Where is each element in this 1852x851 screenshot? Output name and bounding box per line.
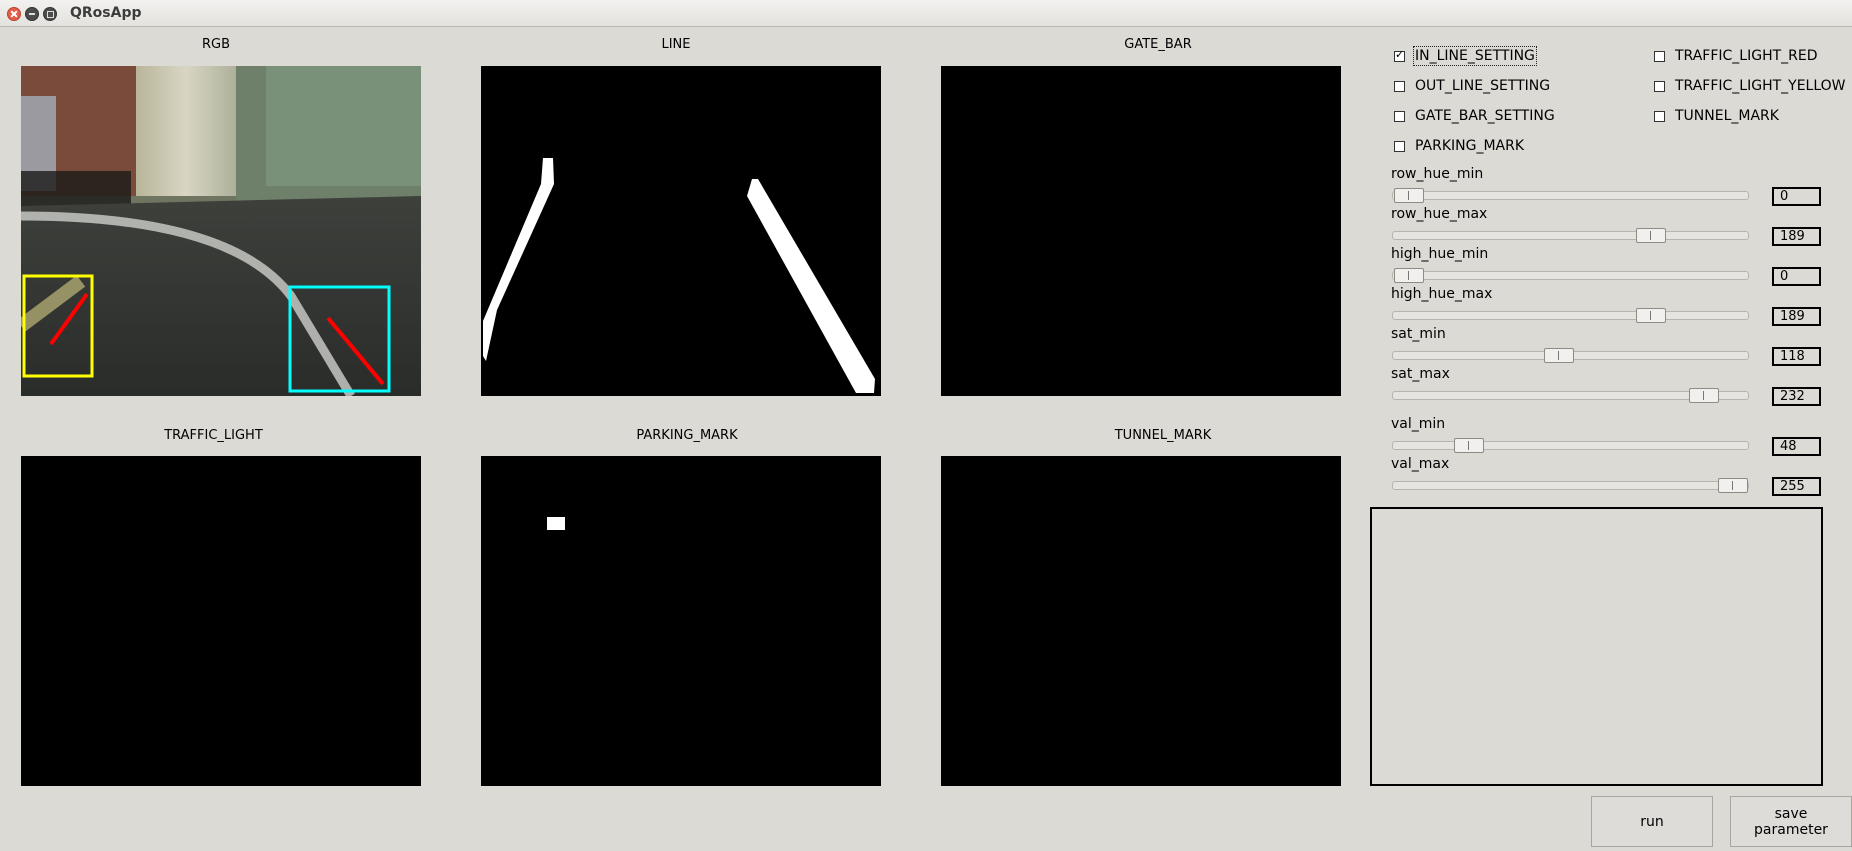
row-hue-min-value[interactable]: 0 [1772,187,1821,206]
slider-handle[interactable] [1394,268,1424,283]
val-max-slider[interactable] [1392,478,1749,493]
traffic-light-panel-label: TRAFFIC_LIGHT [164,428,263,443]
parking-mark-panel-label: PARKING_MARK [636,428,738,443]
title-bar: QRosApp [0,0,1852,27]
line-view [481,66,881,396]
maximize-window-icon[interactable] [43,7,57,21]
row-hue-max-value[interactable]: 189 [1772,227,1821,246]
line-mask-image [481,66,881,396]
row-hue-min-slider[interactable] [1392,188,1749,203]
slider-handle[interactable] [1394,188,1424,203]
out-line-setting-checkbox[interactable]: OUT_LINE_SETTING [1394,76,1550,96]
val-min-label: val_min [1391,416,1446,432]
sat-max-label: sat_max [1391,366,1450,382]
rgb-camera-image [21,66,421,396]
parking-mark-label: PARKING_MARK [1415,138,1525,154]
checkbox-icon[interactable] [1394,140,1405,152]
tunnel-mark-view [941,456,1341,786]
slider-handle[interactable] [1636,228,1666,243]
checkbox-checked-icon[interactable] [1394,48,1405,62]
out-line-setting-label: OUT_LINE_SETTING [1415,78,1551,94]
gate-bar-panel-label: GATE_BAR [1124,37,1192,52]
sat-min-slider[interactable] [1392,348,1749,363]
slider-handle[interactable] [1454,438,1484,453]
val-min-value[interactable]: 48 [1772,437,1821,456]
in-line-setting-checkbox[interactable]: IN_LINE_SETTING [1394,46,1537,66]
gate-bar-setting-label: GATE_BAR_SETTING [1415,108,1555,124]
checkbox-icon[interactable] [1654,110,1665,122]
high-hue-min-slider[interactable] [1392,268,1749,283]
sat-max-slider[interactable] [1392,388,1749,403]
gate-bar-setting-checkbox[interactable]: GATE_BAR_SETTING [1394,106,1555,126]
rgb-camera-view [21,66,421,396]
slider-handle[interactable] [1544,348,1574,363]
output-text-area[interactable] [1370,507,1823,786]
traffic-light-view [21,456,421,786]
row-hue-max-slider[interactable] [1392,228,1749,243]
traffic-light-yellow-checkbox[interactable]: TRAFFIC_LIGHT_YELLOW [1654,76,1846,96]
run-button[interactable]: run [1591,796,1713,847]
gate-bar-view [941,66,1341,396]
sat-max-value[interactable]: 232 [1772,387,1821,406]
parking-mark-checkbox[interactable]: PARKING_MARK [1394,136,1524,156]
minimize-window-icon[interactable] [25,7,39,21]
in-line-setting-label: IN_LINE_SETTING [1413,46,1537,66]
parking-mark-blob [547,517,565,530]
line-panel-label: LINE [661,37,691,52]
val-min-slider[interactable] [1392,438,1749,453]
close-window-icon[interactable] [7,7,21,21]
row-hue-min-label: row_hue_min [1391,166,1484,182]
save-parameter-button[interactable]: save parameter [1730,796,1852,847]
tunnel-mark-checkbox[interactable]: TUNNEL_MARK [1654,106,1779,126]
checkbox-icon[interactable] [1394,80,1405,92]
slider-handle[interactable] [1636,308,1666,323]
tunnel-mark-label: TUNNEL_MARK [1675,108,1779,124]
high-hue-max-label: high_hue_max [1391,286,1493,302]
slider-handle[interactable] [1689,388,1719,403]
checkbox-icon[interactable] [1394,110,1405,122]
high-hue-max-value[interactable]: 189 [1772,307,1821,326]
val-max-value[interactable]: 255 [1772,477,1821,496]
high-hue-max-slider[interactable] [1392,308,1749,323]
val-max-label: val_max [1391,456,1450,472]
checkbox-icon[interactable] [1654,50,1665,62]
traffic-light-red-label: TRAFFIC_LIGHT_RED [1675,48,1818,64]
sat-min-label: sat_min [1391,326,1446,342]
slider-handle[interactable] [1718,478,1748,493]
high-hue-min-value[interactable]: 0 [1772,267,1821,286]
tunnel-mark-panel-label: TUNNEL_MARK [1114,428,1212,443]
traffic-light-red-checkbox[interactable]: TRAFFIC_LIGHT_RED [1654,46,1818,66]
checkbox-icon[interactable] [1654,80,1665,92]
sat-min-value[interactable]: 118 [1772,347,1821,366]
high-hue-min-label: high_hue_min [1391,246,1489,262]
rgb-panel-label: RGB [201,37,231,52]
row-hue-max-label: row_hue_max [1391,206,1488,222]
traffic-light-yellow-label: TRAFFIC_LIGHT_YELLOW [1675,78,1846,94]
window-title: QRosApp [70,5,142,21]
parking-mark-view [481,456,881,786]
